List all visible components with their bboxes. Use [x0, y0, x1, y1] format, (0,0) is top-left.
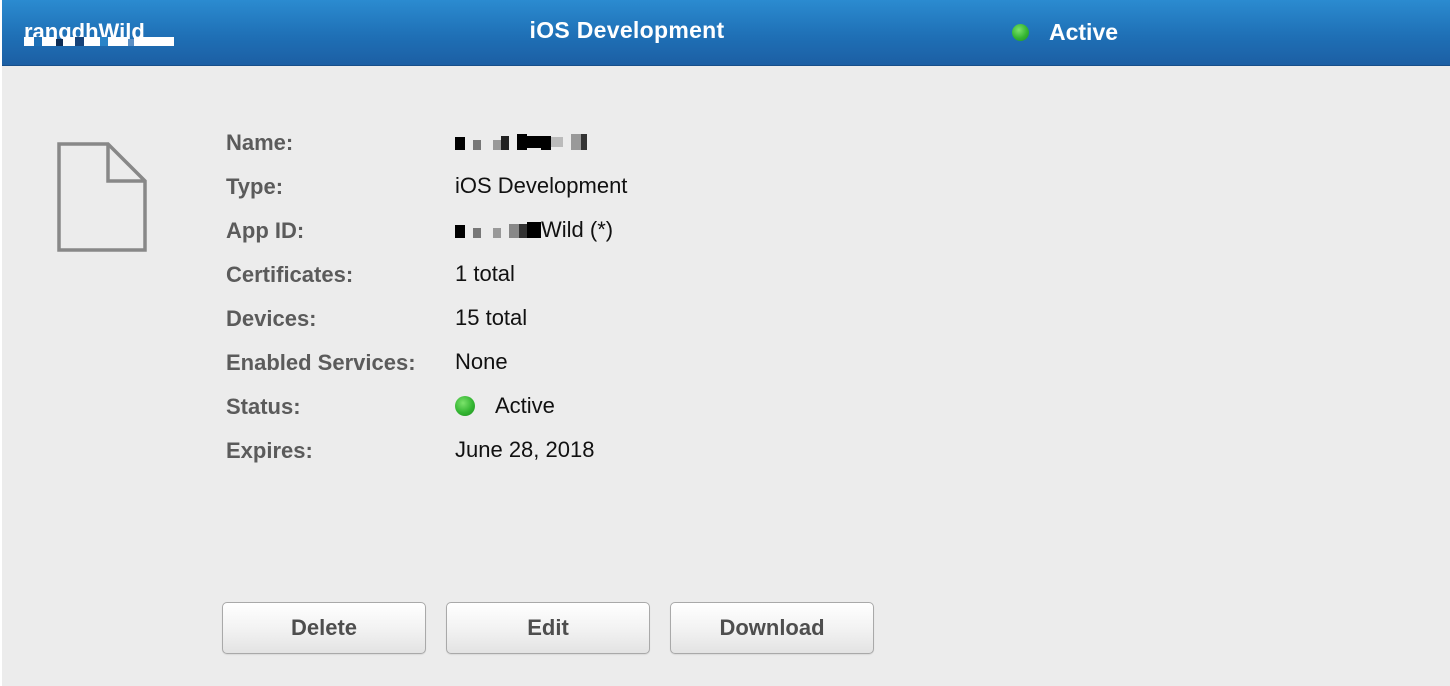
enabled-services-label: Enabled Services:: [226, 350, 416, 375]
enabled-services-value: None: [455, 349, 508, 374]
detail-row-expires: Expires: June 28, 2018: [224, 437, 1024, 472]
app-id-label: App ID:: [226, 218, 305, 243]
status-dot-icon: [1012, 23, 1029, 41]
document-icon: [57, 142, 147, 252]
detail-row-name: Name:: [224, 130, 1024, 164]
status-dot-icon: [455, 396, 475, 416]
detail-row-status: Status: Active: [224, 393, 1024, 428]
detail-row-certificates: Certificates: 1 total: [224, 261, 1024, 296]
detail-row-app-id: App ID: Wild (*): [224, 217, 1024, 252]
download-button[interactable]: Download: [670, 602, 874, 654]
name-value: [455, 129, 595, 156]
status-value: Active: [455, 393, 555, 419]
delete-button[interactable]: Delete: [222, 602, 426, 654]
type-label: Type:: [226, 174, 284, 199]
devices-value: 15 total: [455, 305, 528, 330]
edit-button[interactable]: Edit: [446, 602, 650, 654]
certificates-label: Certificates:: [226, 262, 354, 287]
certificates-value: 1 total: [455, 261, 515, 286]
redaction: [455, 218, 541, 244]
expires-label: Expires:: [226, 438, 313, 463]
status-label: Status:: [226, 394, 301, 419]
type-value: iOS Development: [455, 173, 628, 198]
detail-row-devices: Devices: 15 total: [224, 305, 1024, 340]
name-label: Name:: [226, 130, 294, 155]
profile-panel: rangdhWild iOS Development Active Name: …: [2, 0, 1450, 686]
header-status-text: Active: [1049, 18, 1119, 45]
redaction: [455, 130, 595, 156]
header-status: Active: [1012, 17, 1118, 47]
profile-header: rangdhWild iOS Development Active: [2, 0, 1450, 66]
detail-row-enabled-services: Enabled Services: None: [224, 349, 1024, 384]
devices-label: Devices:: [226, 306, 317, 331]
expires-value: June 28, 2018: [455, 437, 595, 462]
app-id-value: Wild (*): [455, 217, 613, 244]
detail-row-type: Type: iOS Development: [224, 173, 1024, 208]
